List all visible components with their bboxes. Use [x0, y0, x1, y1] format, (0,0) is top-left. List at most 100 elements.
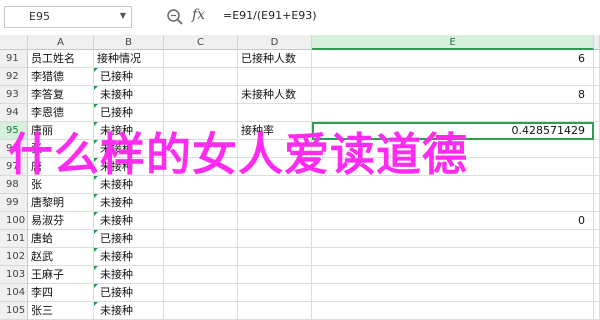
cell-c[interactable] — [164, 302, 238, 320]
name-box[interactable]: E95 ▼ — [4, 6, 132, 28]
cell-f[interactable] — [594, 86, 600, 104]
cell-c[interactable] — [164, 212, 238, 230]
cell-a[interactable]: 员工姓名 — [28, 50, 94, 68]
cell-c[interactable] — [164, 86, 238, 104]
cell-a[interactable]: 赵武 — [28, 248, 94, 266]
cell-a[interactable]: 王麻子 — [28, 266, 94, 284]
row-header[interactable]: 104 — [0, 284, 28, 302]
cell-c[interactable] — [164, 248, 238, 266]
cell-f[interactable] — [594, 122, 600, 140]
cell-f[interactable] — [594, 50, 600, 68]
cell-b[interactable]: 未接种 — [94, 86, 164, 104]
cell-a[interactable]: 李答复 — [28, 86, 94, 104]
cell-b-text: 未接种 — [100, 250, 133, 263]
cell-b-text: 已接种 — [100, 106, 133, 119]
cell-d[interactable] — [238, 230, 312, 248]
cell-e[interactable] — [312, 230, 594, 248]
cell-f[interactable] — [594, 104, 600, 122]
cell-e[interactable] — [312, 104, 594, 122]
corner-select-all[interactable] — [0, 35, 28, 50]
cell-c[interactable] — [164, 284, 238, 302]
cell-e[interactable] — [312, 68, 594, 86]
cell-d[interactable]: 未接种人数 — [238, 86, 312, 104]
cell-a[interactable]: 李猎德 — [28, 68, 94, 86]
column-header-f[interactable] — [594, 35, 600, 50]
cell-b[interactable]: 接种情况 — [94, 50, 164, 68]
cell-f[interactable] — [594, 284, 600, 302]
row-header[interactable]: 105 — [0, 302, 28, 320]
cell-d[interactable] — [238, 104, 312, 122]
cell-b[interactable]: 已接种 — [94, 104, 164, 122]
cell-c[interactable] — [164, 230, 238, 248]
comment-indicator-icon — [94, 284, 98, 288]
row-header[interactable]: 102 — [0, 248, 28, 266]
cell-b[interactable]: 未接种 — [94, 248, 164, 266]
cell-f[interactable] — [594, 212, 600, 230]
cell-f[interactable] — [594, 194, 600, 212]
row-header[interactable]: 99 — [0, 194, 28, 212]
cell-d[interactable] — [238, 266, 312, 284]
cell-a[interactable]: 唐黎明 — [28, 194, 94, 212]
cell-f[interactable] — [594, 176, 600, 194]
row-header[interactable]: 93 — [0, 86, 28, 104]
cell-a[interactable]: 唐蛤 — [28, 230, 94, 248]
row-header[interactable]: 100 — [0, 212, 28, 230]
cell-e[interactable] — [312, 302, 594, 320]
cell-e[interactable] — [312, 248, 594, 266]
column-header-e[interactable]: E — [312, 35, 594, 50]
cell-b[interactable]: 未接种 — [94, 194, 164, 212]
cell-e[interactable]: 6 — [312, 50, 594, 68]
cell-f[interactable] — [594, 248, 600, 266]
cell-c[interactable] — [164, 68, 238, 86]
row-header[interactable]: 91 — [0, 50, 28, 68]
cell-d[interactable] — [238, 212, 312, 230]
cell-c[interactable] — [164, 266, 238, 284]
cell-b[interactable]: 未接种 — [94, 266, 164, 284]
cell-c[interactable] — [164, 194, 238, 212]
cell-d[interactable] — [238, 302, 312, 320]
cell-b[interactable]: 已接种 — [94, 230, 164, 248]
cell-f[interactable] — [594, 158, 600, 176]
chevron-down-icon[interactable]: ▼ — [120, 11, 126, 20]
column-header-a[interactable]: A — [28, 35, 94, 50]
cell-b[interactable]: 未接种 — [94, 212, 164, 230]
cell-f[interactable] — [594, 302, 600, 320]
column-header-b[interactable]: B — [94, 35, 164, 50]
comment-indicator-icon — [94, 212, 98, 216]
cell-a[interactable]: 张三 — [28, 302, 94, 320]
comment-indicator-icon — [94, 194, 98, 198]
row-header[interactable]: 101 — [0, 230, 28, 248]
cell-e[interactable] — [312, 266, 594, 284]
comment-indicator-icon — [94, 104, 98, 108]
row-header[interactable]: 94 — [0, 104, 28, 122]
cell-e[interactable] — [312, 194, 594, 212]
cell-c[interactable] — [164, 104, 238, 122]
cell-e[interactable]: 0 — [312, 212, 594, 230]
cell-f[interactable] — [594, 140, 600, 158]
zoom-icon[interactable] — [166, 8, 184, 26]
cell-b[interactable]: 已接种 — [94, 284, 164, 302]
cell-c[interactable] — [164, 50, 238, 68]
row-header[interactable]: 103 — [0, 266, 28, 284]
cell-b[interactable]: 已接种 — [94, 68, 164, 86]
cell-f[interactable] — [594, 230, 600, 248]
cell-d[interactable] — [238, 194, 312, 212]
row-header[interactable]: 92 — [0, 68, 28, 86]
cell-f[interactable] — [594, 266, 600, 284]
fx-icon[interactable]: fx — [192, 7, 205, 23]
cell-a[interactable]: 李四 — [28, 284, 94, 302]
cell-f[interactable] — [594, 68, 600, 86]
cell-d[interactable] — [238, 248, 312, 266]
cell-a[interactable]: 易淑芬 — [28, 212, 94, 230]
cell-e[interactable] — [312, 284, 594, 302]
cell-b[interactable]: 未接种 — [94, 302, 164, 320]
formula-input[interactable]: =E91/(E91+E93) — [223, 9, 317, 22]
cell-e[interactable]: 8 — [312, 86, 594, 104]
cell-d[interactable] — [238, 284, 312, 302]
cell-d[interactable]: 已接种人数 — [238, 50, 312, 68]
cell-d[interactable] — [238, 68, 312, 86]
cell-a[interactable]: 李恩德 — [28, 104, 94, 122]
column-header-d[interactable]: D — [238, 35, 312, 50]
table-row: 李四 已接种 — [28, 284, 600, 302]
column-header-c[interactable]: C — [164, 35, 238, 50]
